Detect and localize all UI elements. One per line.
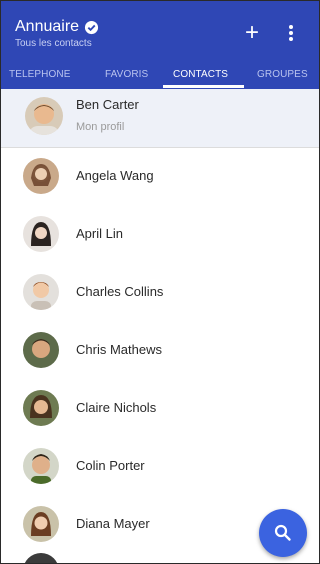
- list-item[interactable]: Chris Mathews: [1, 321, 319, 379]
- avatar: [25, 97, 63, 135]
- avatar: [23, 448, 59, 484]
- avatar: [23, 506, 59, 542]
- avatar: [23, 216, 59, 252]
- avatar: [23, 332, 59, 368]
- list-item[interactable]: Colin Porter: [1, 437, 319, 495]
- dot: [289, 25, 293, 29]
- active-tab-indicator: [163, 85, 244, 88]
- app-window: Annuaire Tous les contacts + TELEPHONE F…: [0, 0, 320, 564]
- tab-bar: TELEPHONE FAVORIS CONTACTS GROUPES: [1, 63, 319, 89]
- tab-favoris[interactable]: FAVORIS: [105, 69, 148, 80]
- search-icon: [274, 524, 291, 541]
- contact-name: Charles Collins: [76, 284, 164, 299]
- filter-subtitle[interactable]: Tous les contacts: [15, 38, 92, 49]
- tab-groupes[interactable]: GROUPES: [257, 69, 308, 80]
- contact-name: Colin Porter: [76, 458, 145, 473]
- dot: [289, 31, 293, 35]
- app-bar: Annuaire Tous les contacts + TELEPHONE F…: [1, 1, 319, 89]
- contact-name: Chris Mathews: [76, 342, 162, 357]
- plus-icon: +: [244, 19, 259, 46]
- list-item[interactable]: April Lin: [1, 205, 319, 263]
- check-badge-icon: [84, 20, 99, 34]
- search-button[interactable]: [259, 509, 307, 557]
- contact-name: Diana Mayer: [76, 516, 150, 531]
- avatar: [23, 553, 59, 563]
- avatar: [23, 390, 59, 426]
- list-item[interactable]: Angela Wang: [1, 147, 319, 205]
- tab-contacts[interactable]: CONTACTS: [173, 69, 228, 80]
- profile-label: Mon profil: [76, 121, 125, 133]
- contact-name: April Lin: [76, 226, 123, 241]
- contact-name: Claire Nichols: [76, 400, 157, 415]
- add-contact-button[interactable]: +: [241, 21, 263, 45]
- my-profile-row[interactable]: Ben Carter Mon profil: [1, 89, 319, 148]
- contact-name: Angela Wang: [76, 168, 154, 183]
- avatar: [23, 274, 59, 310]
- more-options-button[interactable]: [287, 25, 295, 43]
- list-item[interactable]: Charles Collins: [1, 263, 319, 321]
- title-row: Annuaire: [15, 18, 99, 36]
- list-item[interactable]: Claire Nichols: [1, 379, 319, 437]
- tab-telephone[interactable]: TELEPHONE: [9, 69, 70, 80]
- app-title: Annuaire: [15, 18, 80, 35]
- profile-name: Ben Carter: [76, 97, 139, 112]
- dot: [289, 37, 293, 41]
- avatar: [23, 158, 59, 194]
